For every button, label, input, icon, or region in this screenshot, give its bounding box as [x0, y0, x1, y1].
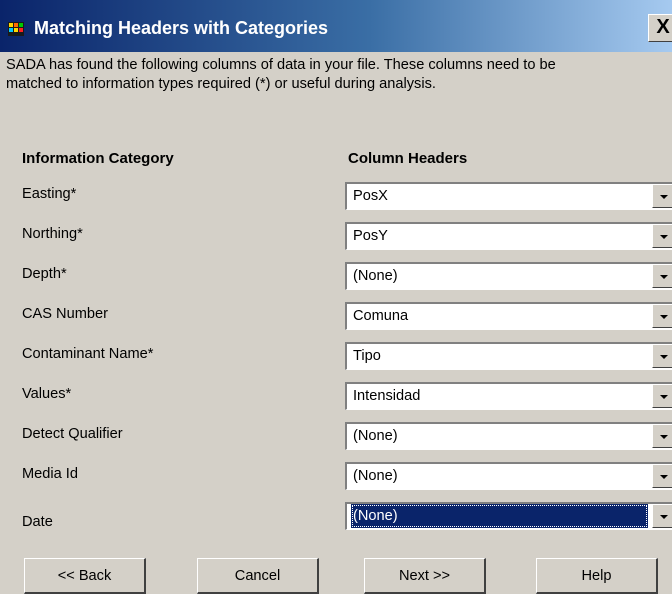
next-button[interactable]: Next >> — [364, 558, 486, 594]
cancel-button[interactable]: Cancel — [197, 558, 319, 594]
button-bar: << Back Cancel Next >> Help — [0, 0, 672, 594]
back-button[interactable]: << Back — [24, 558, 146, 594]
help-button[interactable]: Help — [536, 558, 658, 594]
